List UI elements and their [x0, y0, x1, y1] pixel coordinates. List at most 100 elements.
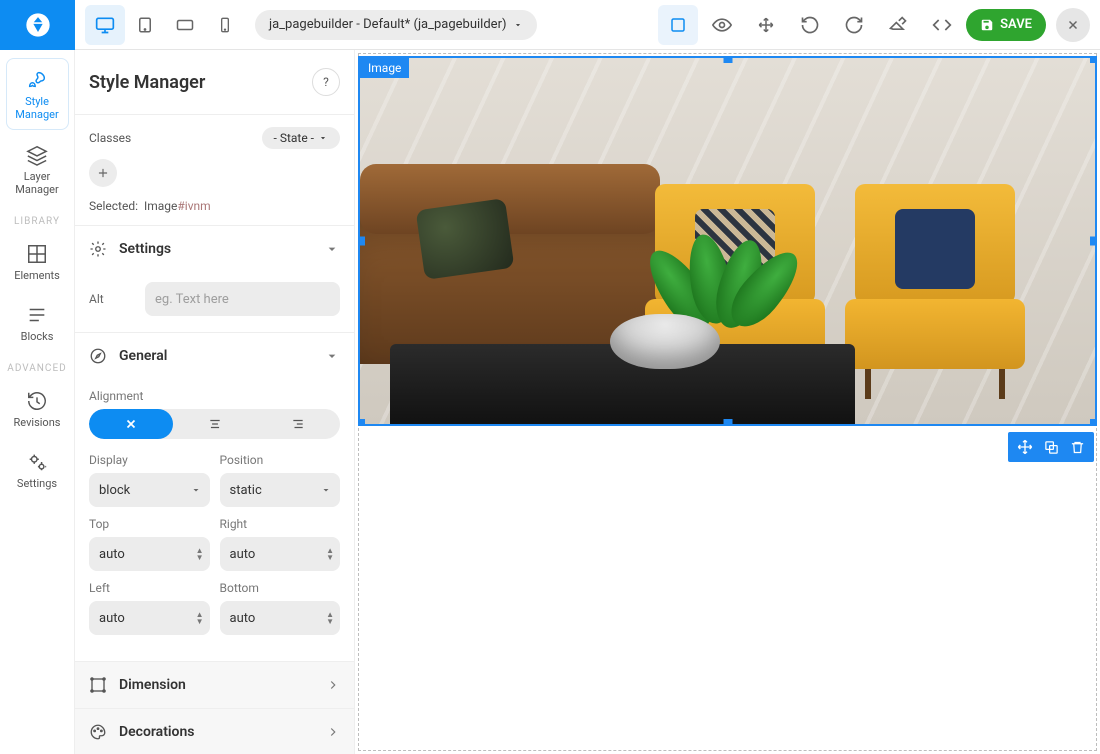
alt-label: Alt	[89, 292, 129, 306]
left-label: Left	[89, 581, 210, 595]
save-icon	[980, 18, 994, 32]
compass-icon	[89, 347, 107, 365]
outline-toggle-button[interactable]	[658, 5, 698, 45]
section-dimension-header[interactable]: Dimension	[75, 661, 354, 708]
right-label: Right	[220, 517, 341, 531]
section-general-body: Alignment Display block	[75, 379, 354, 661]
chevron-down-icon	[190, 484, 202, 496]
fullscreen-button[interactable]	[746, 5, 786, 45]
context-delete-button[interactable]	[1064, 436, 1090, 458]
resize-handle-bm[interactable]	[723, 419, 732, 426]
rail-settings[interactable]: Settings	[6, 441, 69, 498]
section-settings-title: Settings	[119, 241, 171, 257]
bottom-input[interactable]: auto ▲▼	[220, 601, 341, 635]
rail-revisions[interactable]: Revisions	[6, 380, 69, 437]
close-icon	[1066, 18, 1080, 32]
device-tablet-landscape-button[interactable]	[165, 5, 205, 45]
app-logo[interactable]	[0, 0, 75, 50]
resize-handle-tm[interactable]	[723, 56, 732, 63]
resize-handle-bl[interactable]	[358, 419, 365, 426]
rail-style-manager[interactable]: Style Manager	[6, 58, 69, 130]
device-desktop-button[interactable]	[85, 5, 125, 45]
section-general-header[interactable]: General	[75, 332, 354, 379]
redo-button[interactable]	[834, 5, 874, 45]
layers-icon	[26, 144, 48, 166]
image-placeholder-scene	[360, 58, 1095, 424]
left-value: auto	[99, 611, 125, 626]
rail-blocks[interactable]: Blocks	[6, 294, 69, 351]
section-decorations-header[interactable]: Decorations	[75, 708, 354, 754]
align-right-button[interactable]	[256, 409, 340, 439]
clear-button[interactable]	[878, 5, 918, 45]
chevron-down-icon	[320, 484, 332, 496]
top-input[interactable]: auto ▲▼	[89, 537, 210, 571]
align-none-button[interactable]	[89, 409, 173, 439]
panel-help-button[interactable]: ?	[312, 68, 340, 96]
stepper-icon: ▲▼	[196, 547, 204, 561]
page-selector[interactable]: ja_pagebuilder - Default* (ja_pagebuilde…	[255, 10, 537, 40]
undo-button[interactable]	[790, 5, 830, 45]
rail-elements[interactable]: Elements	[6, 233, 69, 290]
chevron-right-icon	[326, 725, 340, 739]
right-value: auto	[230, 547, 256, 562]
chevron-down-icon	[324, 348, 340, 364]
palette-icon	[89, 723, 107, 741]
context-copy-button[interactable]	[1038, 436, 1064, 458]
section-dimension-title: Dimension	[119, 677, 186, 693]
save-button-label: SAVE	[1000, 17, 1032, 32]
state-selector[interactable]: - State -	[262, 127, 340, 149]
brush-icon	[26, 69, 48, 91]
selected-image-element[interactable]: Image	[358, 56, 1097, 426]
copy-icon	[1044, 440, 1059, 455]
rail-label: Settings	[17, 477, 57, 490]
resize-handle-ml[interactable]	[358, 237, 365, 246]
rail-label: Blocks	[21, 330, 54, 343]
section-settings-header[interactable]: Settings	[75, 225, 354, 272]
selected-label: Selected:	[89, 199, 138, 213]
chevron-down-icon	[324, 241, 340, 257]
selected-type: Image	[144, 199, 177, 213]
state-label: - State -	[274, 131, 314, 145]
rail-label: Revisions	[14, 416, 61, 429]
top-value: auto	[99, 547, 125, 562]
resize-handle-tr[interactable]	[1090, 56, 1097, 63]
device-mobile-button[interactable]	[205, 5, 245, 45]
resize-handle-br[interactable]	[1090, 419, 1097, 426]
rail-section-library: LIBRARY	[14, 216, 60, 227]
trash-icon	[1070, 440, 1085, 455]
plus-icon	[96, 166, 110, 180]
grid-icon	[26, 243, 48, 265]
save-button[interactable]: SAVE	[966, 9, 1046, 41]
right-input[interactable]: auto ▲▼	[220, 537, 341, 571]
display-label: Display	[89, 453, 210, 467]
rail-layer-manager[interactable]: Layer Manager	[6, 134, 69, 204]
device-tablet-button[interactable]	[125, 5, 165, 45]
stepper-icon: ▲▼	[326, 611, 334, 625]
page-selector-label: ja_pagebuilder - Default* (ja_pagebuilde…	[269, 17, 507, 32]
align-center-icon	[207, 417, 223, 431]
canvas[interactable]: Image	[355, 50, 1100, 754]
resize-handle-mr[interactable]	[1090, 237, 1097, 246]
left-rail: Style Manager Layer Manager LIBRARY Elem…	[0, 50, 75, 754]
add-class-button[interactable]	[89, 159, 117, 187]
alt-input[interactable]: eg. Text here	[145, 282, 340, 316]
chevron-down-icon	[318, 133, 328, 143]
close-editor-button[interactable]	[1056, 8, 1090, 42]
selection-tag: Image	[360, 58, 409, 78]
rail-label: Elements	[14, 269, 60, 282]
align-center-button[interactable]	[173, 409, 257, 439]
classes-label: Classes	[89, 131, 131, 145]
position-select[interactable]: static	[220, 473, 341, 507]
left-input[interactable]: auto ▲▼	[89, 601, 210, 635]
blocks-icon	[26, 304, 48, 326]
move-icon	[1017, 439, 1033, 455]
style-manager-panel: Style Manager ? Classes - State - Select…	[75, 50, 355, 754]
bottom-label: Bottom	[220, 581, 341, 595]
display-select[interactable]: block	[89, 473, 210, 507]
section-general-title: General	[119, 348, 167, 364]
display-value: block	[99, 483, 130, 498]
code-button[interactable]	[922, 5, 962, 45]
context-move-button[interactable]	[1012, 436, 1038, 458]
selected-line: Selected: Image#ivnm	[89, 199, 340, 213]
preview-button[interactable]	[702, 5, 742, 45]
